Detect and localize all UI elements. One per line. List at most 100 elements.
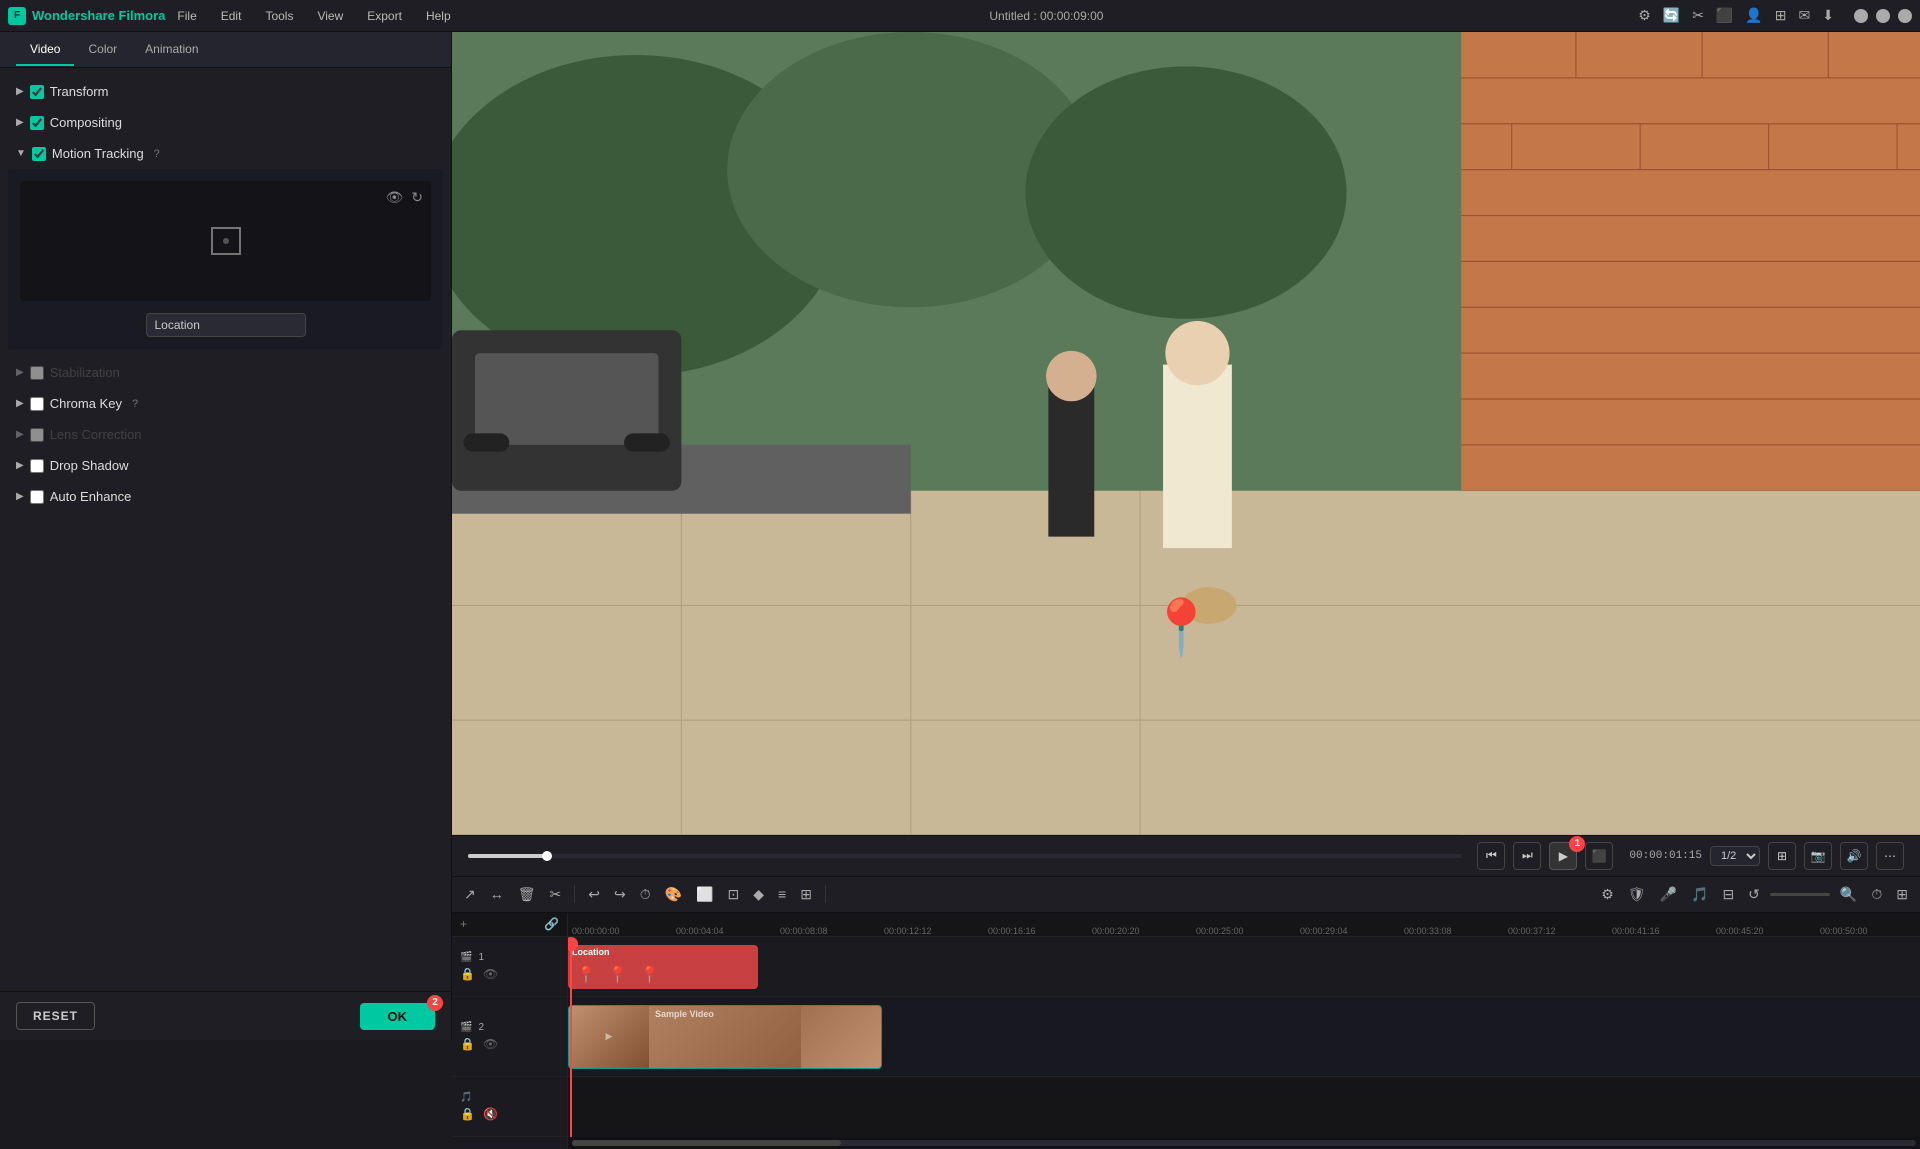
motion-tracking-checkbox[interactable] xyxy=(32,147,46,161)
volume-button[interactable]: 🔊 xyxy=(1840,842,1868,870)
section-compositing[interactable]: ▶ Compositing xyxy=(0,107,451,138)
track-audio-mute[interactable]: 🔇 xyxy=(483,1107,498,1121)
app-logo: F Wondershare Filmora xyxy=(8,7,165,25)
stabilization-checkbox[interactable] xyxy=(30,366,44,380)
tab-video[interactable]: Video xyxy=(16,34,74,66)
menu-file[interactable]: File xyxy=(173,7,200,25)
download-icon[interactable]: ⬇ xyxy=(1822,7,1834,24)
settings-icon[interactable]: ⚙ xyxy=(1638,7,1651,24)
speed-tool[interactable]: ⏱ xyxy=(636,882,655,907)
menu-help[interactable]: Help xyxy=(422,7,455,25)
skip-back-button[interactable]: ⏮ xyxy=(1477,842,1505,870)
section-chroma-key[interactable]: ▶ Chroma Key ? xyxy=(0,388,451,419)
fit-tool[interactable]: ⊡ xyxy=(724,882,744,907)
chroma-key-help-icon[interactable]: ? xyxy=(132,398,138,410)
preview-video: 📍 xyxy=(452,32,1920,835)
seek-bar[interactable] xyxy=(468,854,1461,858)
select-tool[interactable]: ↗ xyxy=(460,882,480,907)
snapshot-button[interactable]: 📷 xyxy=(1804,842,1832,870)
more-button[interactable]: ⋯ xyxy=(1876,842,1904,870)
color-tool[interactable]: 🎨 xyxy=(661,882,686,907)
scrollbar-track[interactable] xyxy=(572,1140,1916,1146)
drop-shadow-title: Drop Shadow xyxy=(50,458,129,473)
minimize-button[interactable] xyxy=(1854,9,1868,23)
ruler-time-7: 00:00:29:04 xyxy=(1296,926,1400,936)
section-stabilization[interactable]: ▶ Stabilization xyxy=(0,357,451,388)
timeline-ruler: 00:00:00:00 00:00:04:04 00:00:08:08 00:0… xyxy=(568,913,1920,937)
mic-tl-btn[interactable]: 🎤 xyxy=(1656,882,1681,907)
tracks-rows: Location 📍 📍 📍 xyxy=(568,937,1920,1137)
reset-button[interactable]: RESET xyxy=(16,1002,95,1030)
volume-slider[interactable] xyxy=(1770,893,1830,896)
pin-3: 📍 xyxy=(640,965,660,985)
section-motion-tracking[interactable]: ▼ Motion Tracking ? xyxy=(0,138,451,169)
redo-tool[interactable]: ↪ xyxy=(610,882,630,907)
link-icon[interactable]: 🔗 xyxy=(544,917,559,931)
section-lens-correction[interactable]: ▶ Lens Correction xyxy=(0,419,451,450)
auto-enhance-checkbox[interactable] xyxy=(30,490,44,504)
delete-tool[interactable]: 🗑 xyxy=(514,882,540,907)
export-icon[interactable]: ⬛ xyxy=(1716,7,1733,24)
tab-color[interactable]: Color xyxy=(74,34,131,66)
track-1-lock[interactable]: 🔒 xyxy=(460,967,475,981)
track-label-1: 🎬 1 🔒 👁 xyxy=(452,937,567,997)
location-select[interactable]: Location Face Object xyxy=(146,313,306,337)
align-tool[interactable]: ≡ xyxy=(774,882,790,906)
grid-icon[interactable]: ⊞ xyxy=(1775,7,1787,24)
track-2-eye[interactable]: 👁 xyxy=(483,1037,498,1051)
group-tool[interactable]: ⊞ xyxy=(796,882,816,907)
tab-animation[interactable]: Animation xyxy=(131,34,212,66)
loop-tl-btn[interactable]: ↺ xyxy=(1744,882,1764,907)
track-2-lock[interactable]: 🔒 xyxy=(460,1037,475,1051)
ruler-time-6: 00:00:25:00 xyxy=(1192,926,1296,936)
section-drop-shadow[interactable]: ▶ Drop Shadow xyxy=(0,450,451,481)
maximize-button[interactable] xyxy=(1876,9,1890,23)
section-transform[interactable]: ▶ Transform xyxy=(0,76,451,107)
motion-tracking-body: 👁 ↻ Location Face Object xyxy=(8,169,443,349)
message-icon[interactable]: ✉ xyxy=(1799,7,1811,24)
keyframe-tool[interactable]: ◆ xyxy=(749,882,768,907)
step-back-button[interactable]: ⏭ xyxy=(1513,842,1541,870)
menu-view[interactable]: View xyxy=(313,7,347,25)
undo-tool[interactable]: ↩ xyxy=(584,882,604,907)
split-tl-btn[interactable]: ⊟ xyxy=(1718,882,1738,907)
ripple-tool[interactable]: ↔ xyxy=(486,882,508,906)
chroma-chevron: ▶ xyxy=(16,398,24,409)
section-auto-enhance[interactable]: ▶ Auto Enhance xyxy=(0,481,451,512)
menu-export[interactable]: Export xyxy=(363,7,406,25)
zoom-in-tl[interactable]: ⏱ xyxy=(1867,882,1886,907)
hide-icon[interactable]: 👁 xyxy=(385,189,403,206)
lens-correction-checkbox[interactable] xyxy=(30,428,44,442)
menu-tools[interactable]: Tools xyxy=(261,7,297,25)
refresh-icon[interactable]: ↻ xyxy=(411,189,423,206)
compositing-checkbox[interactable] xyxy=(30,116,44,130)
shield-tl-btn[interactable]: 🛡 xyxy=(1624,882,1650,907)
scissors-icon[interactable]: ✂ xyxy=(1692,7,1704,24)
track-audio-lock[interactable]: 🔒 xyxy=(460,1107,475,1121)
chroma-key-checkbox[interactable] xyxy=(30,397,44,411)
stop-button[interactable]: ⬛ xyxy=(1585,842,1613,870)
drop-shadow-checkbox[interactable] xyxy=(30,459,44,473)
zoom-select[interactable]: 1/2 1/1 xyxy=(1710,846,1760,866)
video-clip-inner: ▶ Sample Video xyxy=(569,1006,881,1068)
track-1-eye[interactable]: 👁 xyxy=(483,967,498,981)
ok-button[interactable]: OK xyxy=(360,1003,436,1030)
close-button[interactable] xyxy=(1898,9,1912,23)
profile-icon[interactable]: 👤 xyxy=(1745,7,1762,24)
location-clip[interactable]: Location 📍 📍 📍 xyxy=(568,945,758,989)
lens-correction-chevron: ▶ xyxy=(16,429,24,440)
network-icon[interactable]: 🔄 xyxy=(1663,7,1680,24)
settings-tl-btn[interactable]: ⚙ xyxy=(1597,882,1618,907)
play-button-wrapper: ▶ 1 xyxy=(1549,842,1577,870)
video-clip[interactable]: ▶ Sample Video xyxy=(568,1005,882,1069)
voiceover-btn[interactable]: 🎵 xyxy=(1687,882,1712,907)
cut-tool[interactable]: ✂ xyxy=(546,882,566,907)
more-tl[interactable]: ⊞ xyxy=(1892,882,1912,907)
menu-edit[interactable]: Edit xyxy=(217,7,246,25)
transform-checkbox[interactable] xyxy=(30,85,44,99)
add-icon[interactable]: + xyxy=(460,917,467,931)
motion-tracking-help-icon[interactable]: ? xyxy=(154,148,160,160)
zoom-out-tl[interactable]: 🔍 xyxy=(1836,882,1861,907)
crop-tool[interactable]: ⬜ xyxy=(692,882,717,907)
fullscreen-button[interactable]: ⊞ xyxy=(1768,842,1796,870)
